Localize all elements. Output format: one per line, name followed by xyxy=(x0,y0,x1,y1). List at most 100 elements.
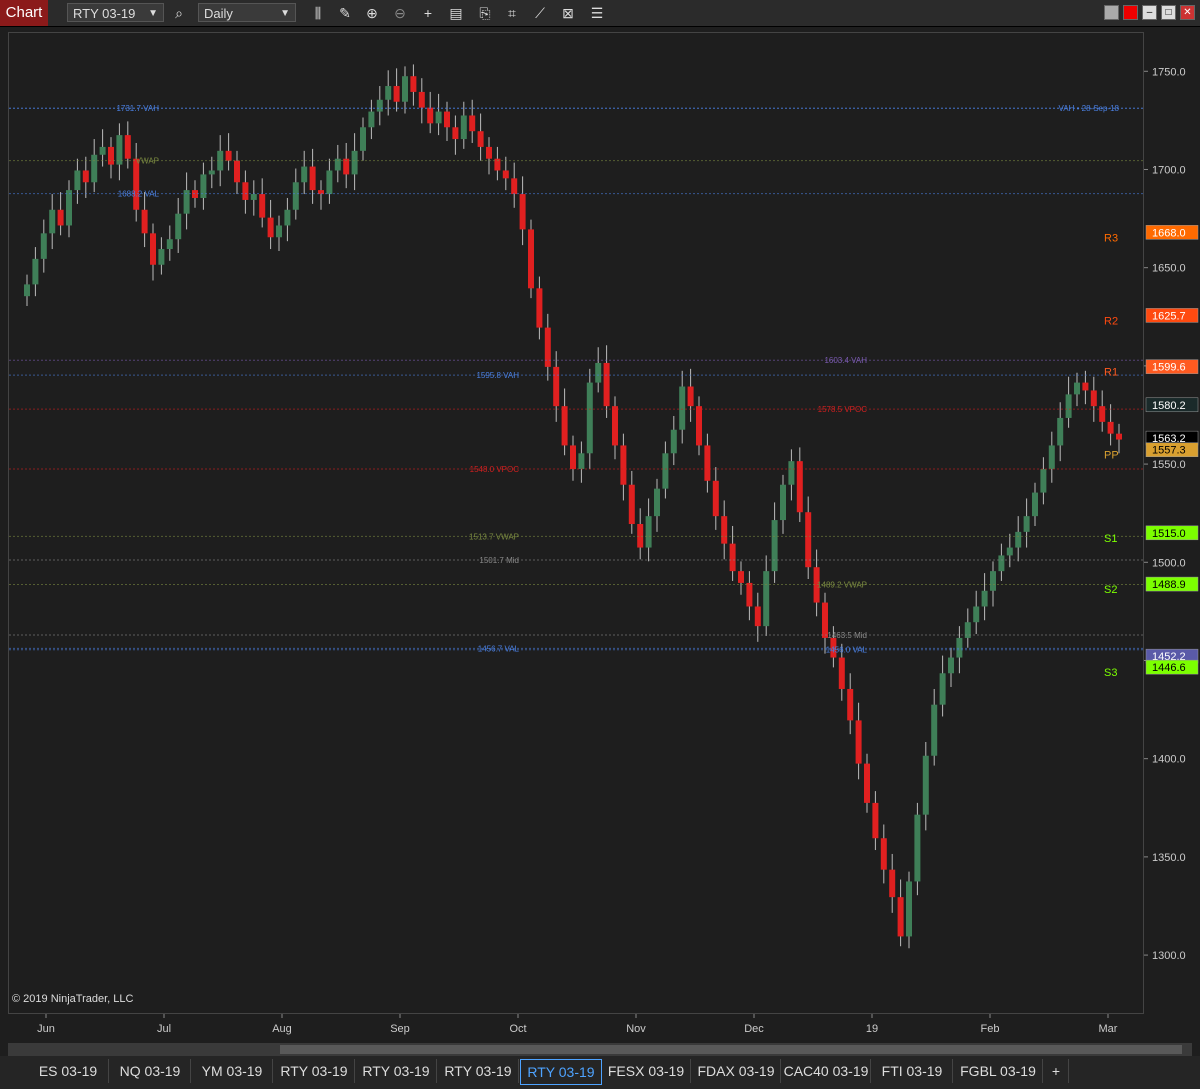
add-tab-button[interactable]: + xyxy=(1044,1059,1069,1083)
candle-body xyxy=(738,571,744,583)
close-icon[interactable]: ✕ xyxy=(1180,5,1195,20)
candle-body xyxy=(872,802,879,839)
instrument-tab[interactable]: FTI 03-19 xyxy=(872,1059,953,1083)
maximize-icon[interactable]: □ xyxy=(1161,5,1176,20)
more-icon[interactable]: ☰ xyxy=(588,4,606,22)
candle-body xyxy=(754,606,761,627)
template-icon[interactable]: ⎘ xyxy=(476,4,494,22)
profile-level-label: 1595.8 VAH xyxy=(476,371,519,380)
x-tick-label: Aug xyxy=(272,1023,292,1035)
instrument-value: RTY 03-19 xyxy=(73,6,136,21)
candle-body xyxy=(444,111,450,128)
candle-body xyxy=(771,520,778,572)
chart-window-tab[interactable]: Chart xyxy=(0,0,48,26)
candle-body xyxy=(998,555,1005,572)
color-swatch-icon[interactable] xyxy=(1104,5,1119,20)
candle-body xyxy=(847,688,854,721)
profile-level-label: VAH • 28-Sep-18 xyxy=(1059,104,1120,113)
candle-body xyxy=(973,606,980,623)
candle-body xyxy=(922,755,929,815)
y-tick-label: 1700.0 xyxy=(1152,164,1186,176)
candle-body xyxy=(1040,469,1047,493)
candle-body xyxy=(1116,433,1122,440)
indicators-icon[interactable]: ⌗ xyxy=(503,4,521,22)
candle-body xyxy=(1015,531,1022,548)
candle-body xyxy=(880,838,887,870)
draw-pencil-icon[interactable]: ✎ xyxy=(336,4,354,22)
instrument-tab[interactable]: CAC40 03-19 xyxy=(782,1059,871,1083)
chart-scrollbar[interactable] xyxy=(8,1043,1192,1056)
x-tick-label: Dec xyxy=(744,1023,764,1035)
instrument-tab[interactable]: ES 03-19 xyxy=(28,1059,109,1083)
zoom-out-icon[interactable]: ⊖ xyxy=(391,4,409,22)
candle-body xyxy=(948,657,954,674)
profile-level-label: 1456.7 VAL xyxy=(478,644,520,653)
zoom-in-icon[interactable]: ⊕ xyxy=(363,4,381,22)
x-tick-label: Jul xyxy=(157,1023,171,1035)
candle-body xyxy=(175,213,182,240)
crosshair-icon[interactable]: + xyxy=(419,4,437,22)
candle-body xyxy=(452,127,459,140)
candle-body xyxy=(914,814,921,882)
instrument-tab[interactable]: YM 03-19 xyxy=(192,1059,273,1083)
instrument-tab[interactable]: FESX 03-19 xyxy=(602,1059,691,1083)
chart-panel[interactable]: 1731.7 VAH 1688.2 VAL VWAP 1595.8 VAH 1548.0… xyxy=(8,32,1144,1014)
candle-body xyxy=(645,516,652,548)
candle-body xyxy=(418,91,425,108)
candle-body xyxy=(242,182,249,200)
candle-body xyxy=(309,166,316,191)
candle-body xyxy=(57,209,64,226)
candle-body xyxy=(570,445,576,470)
y-tick-label: 1650.0 xyxy=(1152,263,1186,275)
price-axis[interactable]: 1300.01350.01400.01450.01500.01550.01600… xyxy=(1144,32,1200,1014)
price-marker-label: 1580.2 xyxy=(1152,400,1186,412)
instrument-tab[interactable]: FGBL 03-19 xyxy=(954,1059,1043,1083)
instrument-tab[interactable]: NQ 03-19 xyxy=(110,1059,191,1083)
instrument-tab[interactable]: RTY 03-19 xyxy=(274,1059,355,1083)
candle-body xyxy=(393,86,400,102)
y-tick-label: 1750.0 xyxy=(1152,66,1186,78)
pivot-label: S2 xyxy=(1104,584,1117,596)
candle-body xyxy=(24,284,30,297)
profile-level-label: 1513.7 VWAP xyxy=(469,532,519,541)
interval-selector[interactable]: Daily ▼ xyxy=(198,3,296,22)
price-chart[interactable]: 1731.7 VAH 1688.2 VAL VWAP 1595.8 VAH 1548.0… xyxy=(9,33,1143,1013)
date-axis[interactable]: Jun Jul Aug Sep Oct Nov Dec 19 Feb Mar xyxy=(8,1014,1144,1042)
profile-level-label: 1731.7 VAH xyxy=(116,104,159,113)
candle-body xyxy=(528,229,534,289)
y-tick-label: 1350.0 xyxy=(1152,852,1186,864)
candle-body xyxy=(544,327,551,367)
instrument-tab[interactable]: FDAX 03-19 xyxy=(692,1059,781,1083)
instrument-tab[interactable]: RTY 03-19 xyxy=(520,1059,602,1085)
link-red-icon[interactable] xyxy=(1123,5,1138,20)
x-tick-label: Sep xyxy=(390,1023,410,1035)
chevron-down-icon: ▼ xyxy=(280,8,290,19)
candle-body xyxy=(855,720,862,764)
candle-body xyxy=(1065,394,1072,418)
candle-body xyxy=(410,76,417,92)
candle-body xyxy=(225,150,232,161)
candle-body xyxy=(536,288,543,328)
scrollbar-thumb[interactable] xyxy=(280,1045,1182,1054)
candle-body xyxy=(620,445,627,485)
instrument-tab[interactable]: RTY 03-19 xyxy=(356,1059,437,1083)
search-icon[interactable]: ⌕ xyxy=(170,4,188,22)
candle-body xyxy=(1048,445,1055,470)
candle-body xyxy=(889,869,896,898)
bar-type-icon[interactable]: ⫼ xyxy=(309,4,327,22)
candle-body xyxy=(1107,421,1114,434)
instrument-selector[interactable]: RTY 03-19 ▼ xyxy=(67,3,164,22)
properties-icon[interactable]: ⊠ xyxy=(559,4,577,22)
instrument-tab[interactable]: RTY 03-19 xyxy=(438,1059,519,1083)
candle-body xyxy=(376,99,383,112)
candle-body xyxy=(578,453,585,470)
strategies-icon[interactable]: ⟋ xyxy=(531,4,549,22)
candle-body xyxy=(712,480,719,517)
candle-body xyxy=(780,484,786,521)
minimize-icon[interactable]: – xyxy=(1142,5,1157,20)
data-box-icon[interactable]: ▤ xyxy=(447,4,465,22)
price-marker-label: 1515.0 xyxy=(1152,528,1186,540)
candle-body xyxy=(1090,390,1097,407)
chart-toolbar: Chart RTY 03-19 ▼ ⌕ Daily ▼ ⫼ ✎ ⊕ ⊖ + ▤ … xyxy=(0,0,1200,27)
candle-body xyxy=(864,763,870,803)
